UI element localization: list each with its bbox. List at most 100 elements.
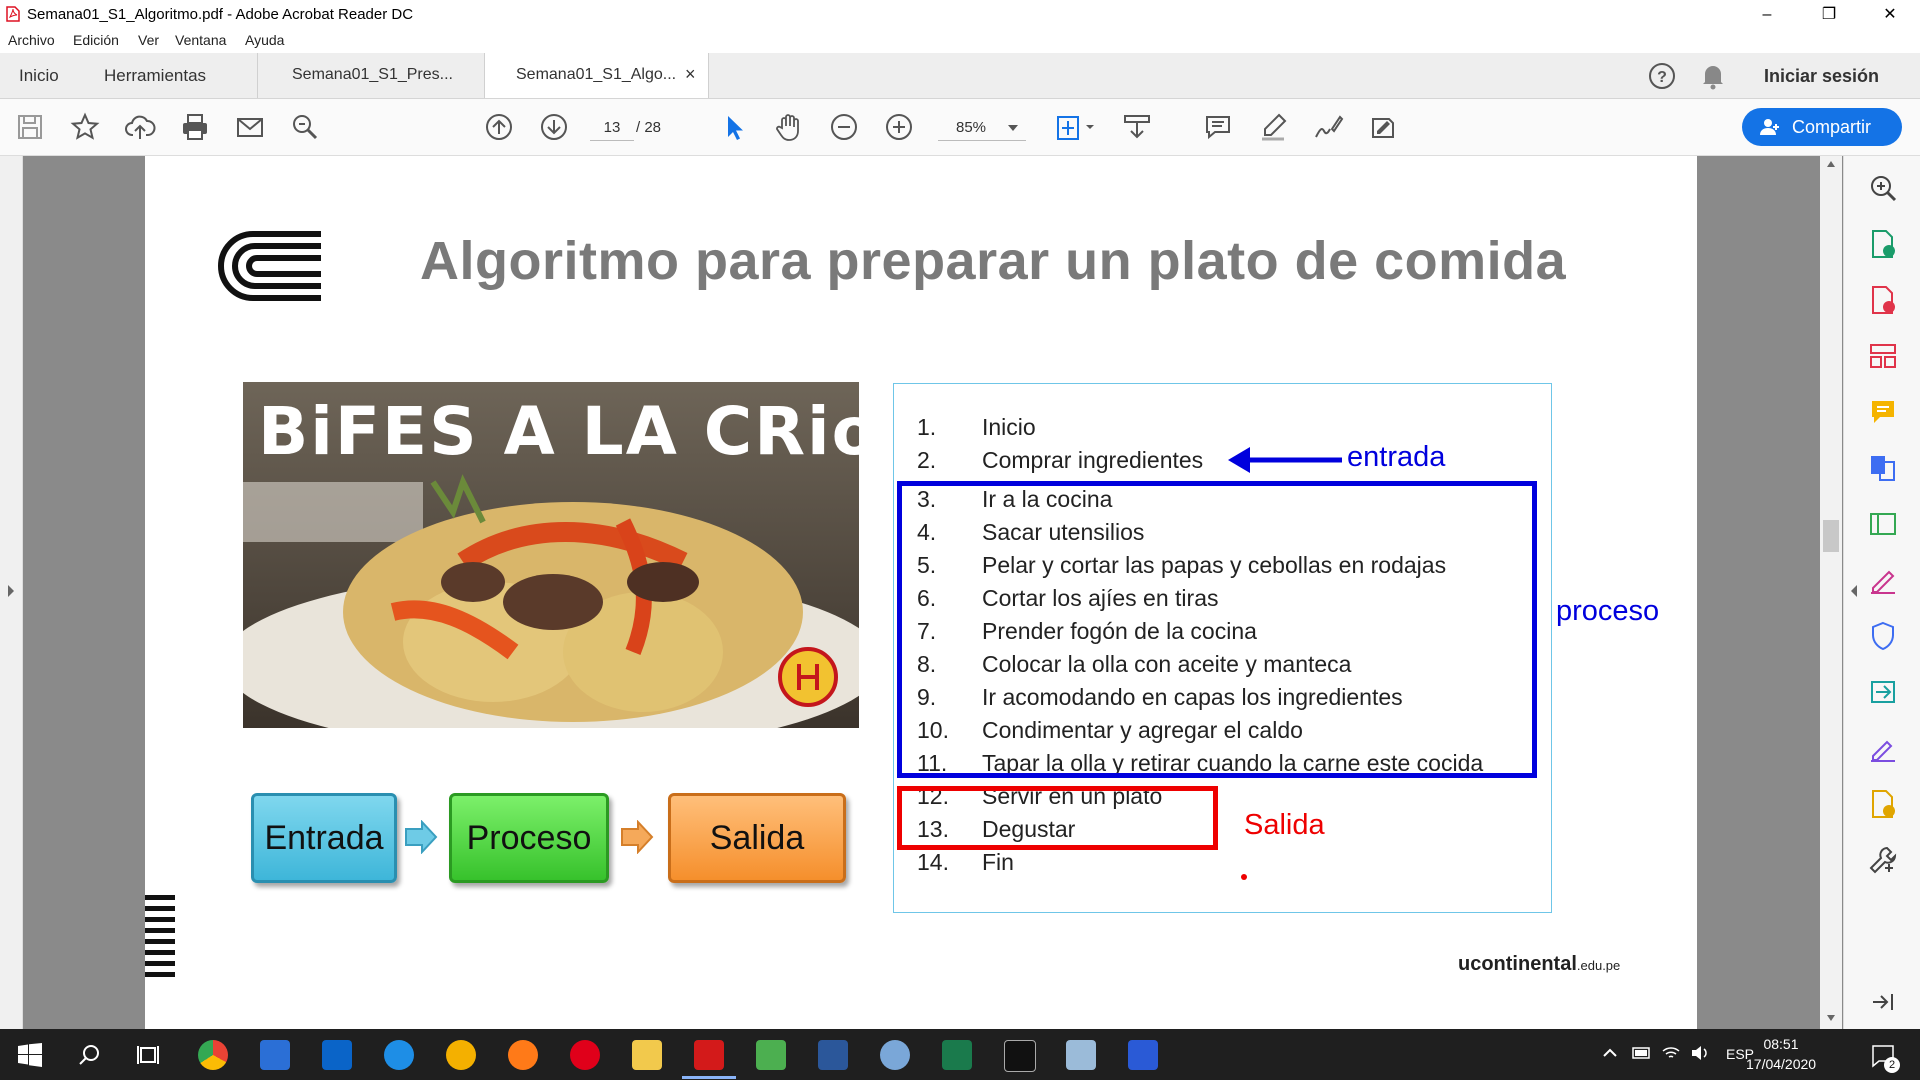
taskbar-clock[interactable]: 08:51 17/04/2020 (1746, 1034, 1816, 1074)
tab-close-icon[interactable]: × (685, 64, 696, 85)
tab-inicio[interactable]: Inicio (19, 66, 59, 86)
zoom-in-icon[interactable] (883, 111, 915, 143)
signature-tool-icon[interactable] (1867, 732, 1899, 764)
tab-document-2[interactable]: Semana01_S1_Algo... × (484, 53, 709, 98)
task-view-icon[interactable] (136, 1043, 160, 1067)
prepare-form-icon[interactable] (1867, 788, 1899, 820)
zoom-select[interactable]: 85% (938, 116, 1026, 141)
mail-icon[interactable] (322, 1040, 352, 1070)
tab-document-1[interactable]: Semana01_S1_Pres... (257, 53, 484, 98)
store-icon[interactable] (260, 1040, 290, 1070)
file-explorer-icon[interactable] (632, 1040, 662, 1070)
share-label: Compartir (1792, 117, 1872, 137)
highlight-pen-icon[interactable] (1257, 111, 1289, 143)
select-cursor-icon[interactable] (718, 111, 750, 143)
create-pdf-icon[interactable] (1867, 284, 1899, 316)
tab-document-2-label: Semana01_S1_Algo... (516, 66, 677, 83)
chrome-icon[interactable] (198, 1040, 228, 1070)
volume-icon[interactable] (1690, 1044, 1710, 1062)
battery-icon[interactable] (1632, 1046, 1652, 1060)
menu-ver[interactable]: Ver (138, 32, 159, 48)
edit-pdf-icon[interactable] (1867, 508, 1899, 540)
active-app-indicator (682, 1076, 736, 1079)
next-page-icon[interactable] (538, 111, 570, 143)
help-icon[interactable]: ? (1648, 62, 1676, 90)
excel-icon[interactable] (942, 1040, 972, 1070)
sign-icon[interactable] (1312, 111, 1344, 143)
firefox-icon[interactable] (508, 1040, 538, 1070)
paint-icon[interactable] (880, 1040, 910, 1070)
dev-cpp-icon[interactable] (1128, 1040, 1158, 1070)
comment-icon[interactable] (1202, 111, 1234, 143)
slide-title: Algoritmo para preparar un plato de comi… (420, 231, 1567, 291)
windows-start-icon[interactable] (18, 1043, 42, 1067)
close-window-button[interactable]: ✕ (1867, 0, 1913, 30)
fit-page-icon[interactable] (1054, 111, 1098, 143)
title-bar: Semana01_S1_Algoritmo.pdf - Adobe Acroba… (0, 0, 1920, 30)
page-total: / 28 (636, 119, 662, 136)
zoom-search-icon[interactable] (1867, 172, 1899, 204)
tab-document-1-label: Semana01_S1_Pres... (292, 66, 453, 83)
print-icon[interactable] (179, 111, 211, 143)
fill-sign-icon[interactable] (1367, 111, 1399, 143)
entrada-arrow (1228, 447, 1342, 473)
word-icon[interactable] (818, 1040, 848, 1070)
more-tools-icon[interactable] (1867, 844, 1899, 876)
export-pdf-icon[interactable] (1867, 228, 1899, 260)
scroll-thumb[interactable] (1823, 520, 1839, 552)
opera-icon[interactable] (570, 1040, 600, 1070)
university-logo (218, 231, 321, 301)
organize-pages-icon[interactable] (1867, 340, 1899, 372)
comment-tool-icon[interactable] (1867, 396, 1899, 428)
star-icon[interactable] (69, 111, 101, 143)
scroll-up-icon[interactable] (1826, 160, 1836, 168)
edge-icon[interactable] (384, 1040, 414, 1070)
menu-archivo[interactable]: Archivo (8, 32, 55, 48)
search-icon[interactable] (289, 111, 321, 143)
minimize-button[interactable]: – (1744, 0, 1790, 30)
terminal-icon[interactable] (1004, 1040, 1036, 1072)
clock-date: 17/04/2020 (1746, 1056, 1817, 1072)
tab-herramientas[interactable]: Herramientas (104, 66, 206, 86)
collapse-right-icon[interactable] (1867, 986, 1899, 1018)
add-user-icon (1760, 119, 1779, 135)
expand-left-icon (8, 585, 14, 597)
menu-edicion[interactable]: Edición (73, 32, 119, 48)
save-icon[interactable] (14, 111, 46, 143)
share-button[interactable]: Compartir (1742, 108, 1902, 146)
photo-app-icon[interactable] (756, 1040, 786, 1070)
menu-ventana[interactable]: Ventana (175, 32, 226, 48)
bell-icon[interactable] (1700, 62, 1726, 90)
menu-ayuda[interactable]: Ayuda (245, 32, 284, 48)
previous-page-icon[interactable] (483, 111, 515, 143)
email-icon[interactable] (234, 111, 266, 143)
page-number-input[interactable]: 13 (590, 116, 634, 141)
scroll-mode-icon[interactable] (1121, 111, 1153, 143)
restore-button[interactable]: ❐ (1806, 0, 1852, 30)
slide-decoration-bars (145, 895, 175, 977)
send-review-icon[interactable] (1867, 676, 1899, 708)
proceso-annotation: proceso (1556, 595, 1660, 627)
brave-icon[interactable] (446, 1040, 476, 1070)
hand-tool-icon[interactable] (773, 111, 805, 143)
fill-sign-tool-icon[interactable] (1867, 564, 1899, 596)
zoom-out-icon[interactable] (828, 111, 860, 143)
chevron-down-icon (1008, 125, 1018, 131)
vertical-scrollbar[interactable] (1820, 156, 1842, 1029)
acrobat-taskbar-icon[interactable] (694, 1040, 724, 1070)
collapse-panel-icon[interactable] (1849, 584, 1859, 598)
network-app-icon[interactable] (1066, 1040, 1096, 1070)
svg-text:?: ? (1657, 69, 1667, 86)
left-panel-toggle[interactable] (0, 156, 23, 1029)
menu-bar: Archivo Edición Ver Ventana Ayuda (0, 30, 1920, 52)
protect-shield-icon[interactable] (1867, 620, 1899, 652)
flow-arrow-1 (405, 820, 438, 854)
upload-cloud-icon[interactable] (124, 111, 156, 143)
scroll-down-icon[interactable] (1826, 1014, 1836, 1022)
combine-files-icon[interactable] (1867, 452, 1899, 484)
sign-in-link[interactable]: Iniciar sesión (1764, 66, 1879, 87)
salida-annotation: Salida (1244, 809, 1325, 841)
search-taskbar-icon[interactable] (77, 1043, 101, 1067)
wifi-icon[interactable] (1661, 1044, 1681, 1062)
tray-chevron-up-icon[interactable] (1602, 1046, 1618, 1060)
